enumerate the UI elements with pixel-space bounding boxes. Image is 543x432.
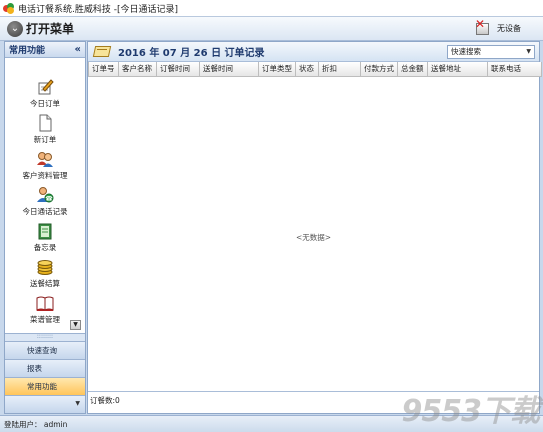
column-header[interactable]: 订单号: [88, 62, 119, 77]
device-status[interactable]: ✕ 无设备: [475, 17, 521, 36]
page-title: 2016 年 07 月 26 日 订单记录: [118, 48, 265, 59]
column-header[interactable]: 状态: [295, 62, 319, 77]
section-quick-query[interactable]: 快速查询: [5, 341, 85, 359]
chevron-down-icon: ▼: [75, 400, 80, 407]
section-reports[interactable]: 报表: [5, 359, 85, 377]
blank-page-icon: [36, 114, 54, 132]
orders-table: 订单号 客户名称 订餐时间 送餐时间 订单类型 状态 折扣 付款方式 总金额 送…: [88, 62, 542, 77]
device-status-label: 无设备: [497, 23, 521, 33]
section-common-functions[interactable]: 常用功能: [5, 377, 85, 395]
sidebar-items: 今日订单 新订单 客户资料管理 ☎ 今日通话记录 备忘录 送餐结算 菜谱管理 ▼: [5, 58, 85, 333]
column-header[interactable]: 客户名称: [118, 62, 157, 77]
customers-icon: [36, 150, 54, 168]
table-body[interactable]: <无数据>: [88, 77, 539, 391]
sidebar-title: 常用功能: [9, 46, 46, 56]
main-panel: 2016 年 07 月 26 日 订单记录 快速搜索 ▼ 订单号 客户名称 订餐…: [87, 41, 542, 414]
sidebar-header: 常用功能 «: [5, 42, 85, 58]
column-header[interactable]: 折扣: [318, 62, 361, 77]
sidebar-footer[interactable]: ▼: [5, 395, 85, 413]
chevron-down-icon: ▼: [526, 48, 531, 55]
column-header[interactable]: 送餐时间: [199, 62, 259, 77]
sidebar-scroll-down-button[interactable]: ▼: [70, 320, 81, 330]
pen-paper-icon: [36, 78, 54, 96]
order-count: 订餐数:0: [90, 396, 120, 405]
open-book-icon: [92, 45, 112, 58]
sidebar-item-delivery-settlement[interactable]: 送餐结算: [5, 258, 85, 294]
main-header: 2016 年 07 月 26 日 订单记录 快速搜索 ▼: [88, 42, 539, 62]
column-header[interactable]: 联系电话: [487, 62, 542, 77]
title-bar: 电话订餐系统.胜威科技 -[今日通话记录]: [0, 0, 543, 17]
sidebar-item-label: 今日通话记录: [22, 207, 68, 216]
open-menu-label: 打开菜单: [26, 22, 75, 36]
sidebar-splitter[interactable]: ::::::::: [5, 333, 85, 341]
recipe-book-icon: [36, 294, 54, 312]
window-title: 电话订餐系统.胜威科技 -[今日通话记录]: [18, 4, 178, 15]
sidebar-item-label: 客户资料管理: [22, 171, 68, 180]
coins-icon: [36, 258, 54, 276]
column-header[interactable]: 送餐地址: [427, 62, 488, 77]
svg-text:☎: ☎: [45, 196, 53, 203]
no-device-icon: ✕: [475, 17, 491, 36]
sidebar-item-label: 备忘录: [33, 243, 57, 252]
app-logo-icon: [3, 2, 14, 14]
sidebar-item-label: 今日订单: [30, 99, 60, 108]
collapse-sidebar-button[interactable]: «: [75, 44, 81, 55]
watermark-logo: 9553下载: [401, 394, 540, 429]
column-header[interactable]: 付款方式: [360, 62, 398, 77]
chevron-down-icon: ⌄: [7, 20, 23, 37]
sidebar-item-today-orders[interactable]: 今日订单: [5, 78, 85, 114]
table-header-row: 订单号 客户名称 订餐时间 送餐时间 订单类型 状态 折扣 付款方式 总金额 送…: [88, 62, 542, 77]
sidebar: 常用功能 « 今日订单 新订单 客户资料管理 ☎ 今日通话记录 备忘录 送餐结算…: [4, 41, 86, 414]
empty-state-text: <无数据>: [295, 233, 332, 242]
call-log-icon: ☎: [36, 186, 54, 204]
open-menu-button[interactable]: ⌄ 打开菜单: [7, 20, 74, 37]
quick-search-value: 快速搜索: [451, 47, 481, 56]
column-header[interactable]: 订餐时间: [156, 62, 200, 77]
sidebar-item-label: 新订单: [33, 135, 57, 144]
sidebar-item-memo[interactable]: 备忘录: [5, 222, 85, 258]
sidebar-item-new-order[interactable]: 新订单: [5, 114, 85, 150]
column-header[interactable]: 总金额: [397, 62, 428, 77]
column-header[interactable]: 订单类型: [258, 62, 296, 77]
logged-in-user: 登陆用户： admin: [4, 419, 68, 429]
sidebar-item-label: 送餐结算: [30, 279, 60, 288]
quick-search-dropdown[interactable]: 快速搜索 ▼: [447, 45, 535, 59]
toolbar: ⌄ 打开菜单 ✕ 无设备: [0, 17, 543, 41]
sidebar-item-call-log[interactable]: ☎ 今日通话记录: [5, 186, 85, 222]
memo-icon: [36, 222, 54, 240]
sidebar-item-customers[interactable]: 客户资料管理: [5, 150, 85, 186]
